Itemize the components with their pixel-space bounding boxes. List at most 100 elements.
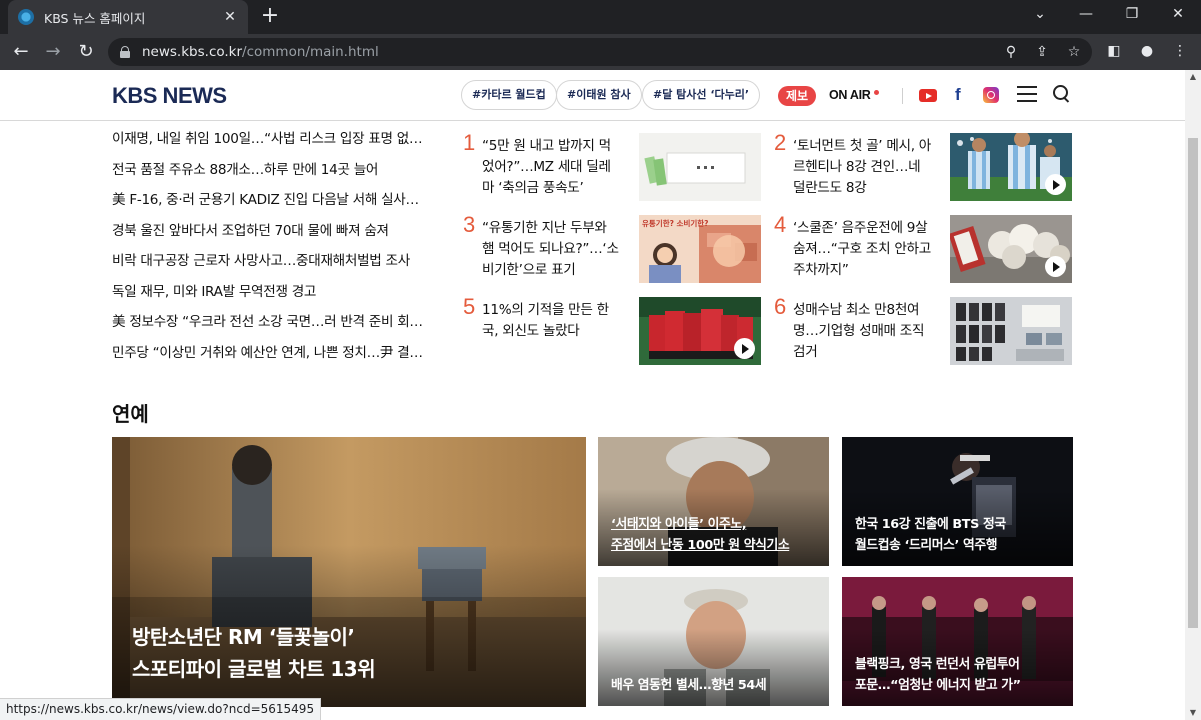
entertainment-card-4[interactable]: 블랙핑크, 영국 런던서 유럽투어 포문…“엄청난 에너지 받고 가”	[842, 577, 1073, 706]
list-item[interactable]: 美 F-16, 중·러 군용기 KADIZ 진입 다음날 서해 실사…	[112, 185, 442, 216]
envelope-photo	[639, 133, 761, 201]
tab-title: KBS 뉴스 홈페이지	[44, 10, 146, 26]
back-arrow-icon[interactable]: ←	[8, 39, 34, 65]
facebook-icon[interactable]: f	[955, 85, 961, 105]
window-close-icon[interactable]: ✕	[1163, 6, 1193, 22]
tab-close-icon[interactable]: ✕	[222, 9, 238, 25]
caption-line-1: 배우 염동헌 별세…향년 54세	[611, 678, 767, 693]
list-item[interactable]: 전국 품절 주유소 88개소…하루 만에 14곳 늘어	[112, 155, 442, 186]
rank-title[interactable]: “유통기한 지난 두부와 햄 먹어도 되나요?”…‘소비기한’으로 표기	[482, 218, 620, 281]
header-divider	[902, 88, 903, 104]
hashtag-worldcup[interactable]: #카타르 월드컵	[461, 80, 557, 110]
thumbnail-caption: 유통기한? 소비기한?	[642, 219, 709, 228]
caption-line-2: 스포티파이 글로벌 차트 13위	[132, 657, 376, 681]
rank-number: 5	[463, 294, 476, 319]
forward-arrow-icon[interactable]: →	[40, 39, 66, 65]
rank-item-6[interactable]: 6 성매수남 최소 만8천여 명…기업형 성매매 조직 검거	[774, 294, 1074, 367]
rank-item-2[interactable]: 2 ‘토너먼트 첫 골’ 메시, 아르헨티나 8강 견인…네덜란드도 8강	[774, 130, 1074, 203]
headline-list: 이재명, 내일 취임 100일…“사법 리스크 입장 표명 없… 전국 품절 주…	[112, 124, 442, 368]
rank-item-1[interactable]: 1 “5만 원 내고 밥까지 먹었어?”…MZ 세대 딜레마 ‘축의금 풍속도’	[463, 130, 763, 203]
restore-icon[interactable]: ❐	[1117, 6, 1147, 22]
tab-search-chevron-icon[interactable]: ⌄	[1025, 6, 1055, 22]
browser-tab[interactable]: KBS 뉴스 홈페이지 ✕	[8, 0, 248, 34]
scrollbar-thumb[interactable]	[1188, 138, 1198, 628]
rank-item-4[interactable]: 4 ‘스쿨존’ 음주운전에 9살 숨져…“구호 조치 안하고 주차까지”	[774, 212, 1074, 285]
url-path: /common/main.html	[242, 44, 379, 60]
profile-icon[interactable]: ●	[1137, 43, 1157, 59]
rank-title[interactable]: ‘토너먼트 첫 골’ 메시, 아르헨티나 8강 견인…네덜란드도 8강	[793, 136, 931, 199]
bookmark-star-icon[interactable]: ☆	[1065, 44, 1083, 60]
featured-entertainment-card[interactable]: 방탄소년단 RM ‘들꽃놀이’ 스포티파이 글로벌 차트 13위	[112, 437, 586, 707]
hamburger-menu-icon[interactable]	[1017, 86, 1037, 102]
caption-line-1: 방탄소년단 RM ‘들꽃놀이’	[132, 625, 355, 649]
rank-number: 3	[463, 212, 476, 237]
caption-line-1: 한국 16강 진출에 BTS 정국	[855, 517, 1006, 532]
kbs-news-logo[interactable]: KBS NEWS	[112, 83, 227, 109]
status-link-preview: https://news.kbs.co.kr/news/view.do?ncd=…	[0, 698, 322, 720]
card-caption: 한국 16강 진출에 BTS 정국 월드컵송 ‘드리머스’ 역주행	[855, 514, 1006, 556]
entertainment-card-2[interactable]: 한국 16강 진출에 BTS 정국 월드컵송 ‘드리머스’ 역주행	[842, 437, 1073, 566]
address-bar[interactable]: news.kbs.co.kr/common/main.html ⚲ ⇪ ☆	[108, 38, 1092, 66]
reload-icon[interactable]: ↻	[73, 39, 99, 65]
list-item[interactable]: 비락 대구공장 근로자 사망사고…중대재해처벌법 조사	[112, 246, 442, 277]
report-badge[interactable]: 제보	[778, 86, 816, 106]
rank-title[interactable]: 11%의 기적을 만든 한국, 외신도 놀랐다	[482, 300, 620, 342]
caption-line-1: 블랙핑크, 영국 런던서 유럽투어	[855, 657, 1020, 672]
browser-toolbar: ← → ↻ news.kbs.co.kr/common/main.html ⚲ …	[0, 34, 1201, 70]
entertainment-card-1[interactable]: ‘서태지와 아이들’ 이주노, 주점에서 난동 100만 원 약식기소	[598, 437, 829, 566]
rank-title[interactable]: 성매수남 최소 만8천여 명…기업형 성매매 조직 검거	[793, 300, 931, 363]
rank-thumbnail[interactable]	[639, 133, 761, 201]
rank-thumbnail[interactable]	[950, 215, 1072, 283]
side-panel-icon[interactable]: ◧	[1104, 43, 1124, 59]
kbs-favicon-icon	[18, 9, 34, 25]
card-caption: 배우 염동헌 별세…향년 54세	[611, 675, 767, 696]
rank-thumbnail[interactable]	[950, 297, 1072, 365]
lock-icon[interactable]	[120, 46, 130, 58]
caption-line-2: 주점에서 난동 100만 원 약식기소	[611, 538, 790, 553]
rank-number: 1	[463, 130, 476, 155]
instagram-icon[interactable]	[983, 87, 999, 103]
rank-title[interactable]: “5만 원 내고 밥까지 먹었어?”…MZ 세대 딜레마 ‘축의금 풍속도’	[482, 136, 620, 199]
search-icon[interactable]	[1053, 85, 1071, 103]
rank-title[interactable]: ‘스쿨존’ 음주운전에 9살 숨져…“구호 조치 안하고 주차까지”	[793, 218, 931, 281]
play-icon[interactable]	[1045, 174, 1066, 195]
hashtag-itaewon[interactable]: #이태원 참사	[556, 80, 642, 110]
caption-line-2: 월드컵송 ‘드리머스’ 역주행	[855, 538, 998, 553]
list-item[interactable]: 민주당 “이상민 거취와 예산안 연계, 나쁜 정치…尹 결…	[112, 338, 442, 369]
rank-item-3[interactable]: 3 “유통기한 지난 두부와 햄 먹어도 되나요?”…‘소비기한’으로 표기 유…	[463, 212, 763, 285]
entertainment-section-title[interactable]: 연예	[112, 398, 149, 427]
on-air-link[interactable]: ON AIR	[829, 88, 871, 102]
seized-phones-photo	[950, 297, 1072, 365]
share-icon[interactable]: ⇪	[1033, 44, 1051, 60]
caption-line-2: 포문…“엄청난 에너지 받고 가”	[855, 678, 1021, 693]
rank-item-5[interactable]: 5 11%의 기적을 만든 한국, 외신도 놀랐다	[463, 294, 763, 367]
card-caption: ‘서태지와 아이들’ 이주노, 주점에서 난동 100만 원 약식기소	[611, 514, 790, 556]
rank-thumbnail[interactable]: 유통기한? 소비기한?	[639, 215, 761, 283]
zoom-icon[interactable]: ⚲	[1002, 44, 1020, 60]
url-host: news.kbs.co.kr	[142, 44, 243, 60]
browser-tabbar: KBS 뉴스 홈페이지 ✕ + ⌄ — ❐ ✕	[0, 0, 1201, 34]
rank-number: 2	[774, 130, 787, 155]
hashtag-danuri[interactable]: #달 탐사선 ‘다누리’	[642, 80, 761, 110]
entertainment-card-3[interactable]: 배우 염동헌 별세…향년 54세	[598, 577, 829, 706]
list-item[interactable]: 독일 재무, 미와 IRA발 무역전쟁 경고	[112, 277, 442, 308]
page-scrollbar[interactable]: ▲ ▼	[1185, 70, 1201, 720]
play-icon[interactable]	[1045, 256, 1066, 277]
live-dot-icon	[874, 90, 879, 95]
list-item[interactable]: 美 정보수장 “우크라 전선 소강 국면…러 반격 준비 회…	[112, 307, 442, 338]
caption-line-1: ‘서태지와 아이들’ 이주노,	[611, 517, 747, 532]
more-menu-icon[interactable]: ⋮	[1170, 43, 1190, 59]
rank-thumbnail[interactable]	[639, 297, 761, 365]
play-icon[interactable]	[734, 338, 755, 359]
scroll-up-arrow-icon[interactable]: ▲	[1185, 70, 1201, 84]
list-item[interactable]: 경북 울진 앞바다서 조업하던 70대 물에 빠져 숨져	[112, 216, 442, 247]
youtube-icon[interactable]	[919, 89, 937, 102]
minimize-icon[interactable]: —	[1071, 6, 1101, 22]
site-header: KBS NEWS #카타르 월드컵 #이태원 참사 #달 탐사선 ‘다누리’ 제…	[0, 70, 1185, 121]
rank-thumbnail[interactable]	[950, 133, 1072, 201]
card-caption: 블랙핑크, 영국 런던서 유럽투어 포문…“엄청난 에너지 받고 가”	[855, 654, 1021, 696]
rank-number: 6	[774, 294, 787, 319]
new-tab-button[interactable]: +	[258, 5, 282, 29]
scroll-down-arrow-icon[interactable]: ▼	[1185, 706, 1201, 720]
list-item[interactable]: 이재명, 내일 취임 100일…“사법 리스크 입장 표명 없…	[112, 124, 442, 155]
